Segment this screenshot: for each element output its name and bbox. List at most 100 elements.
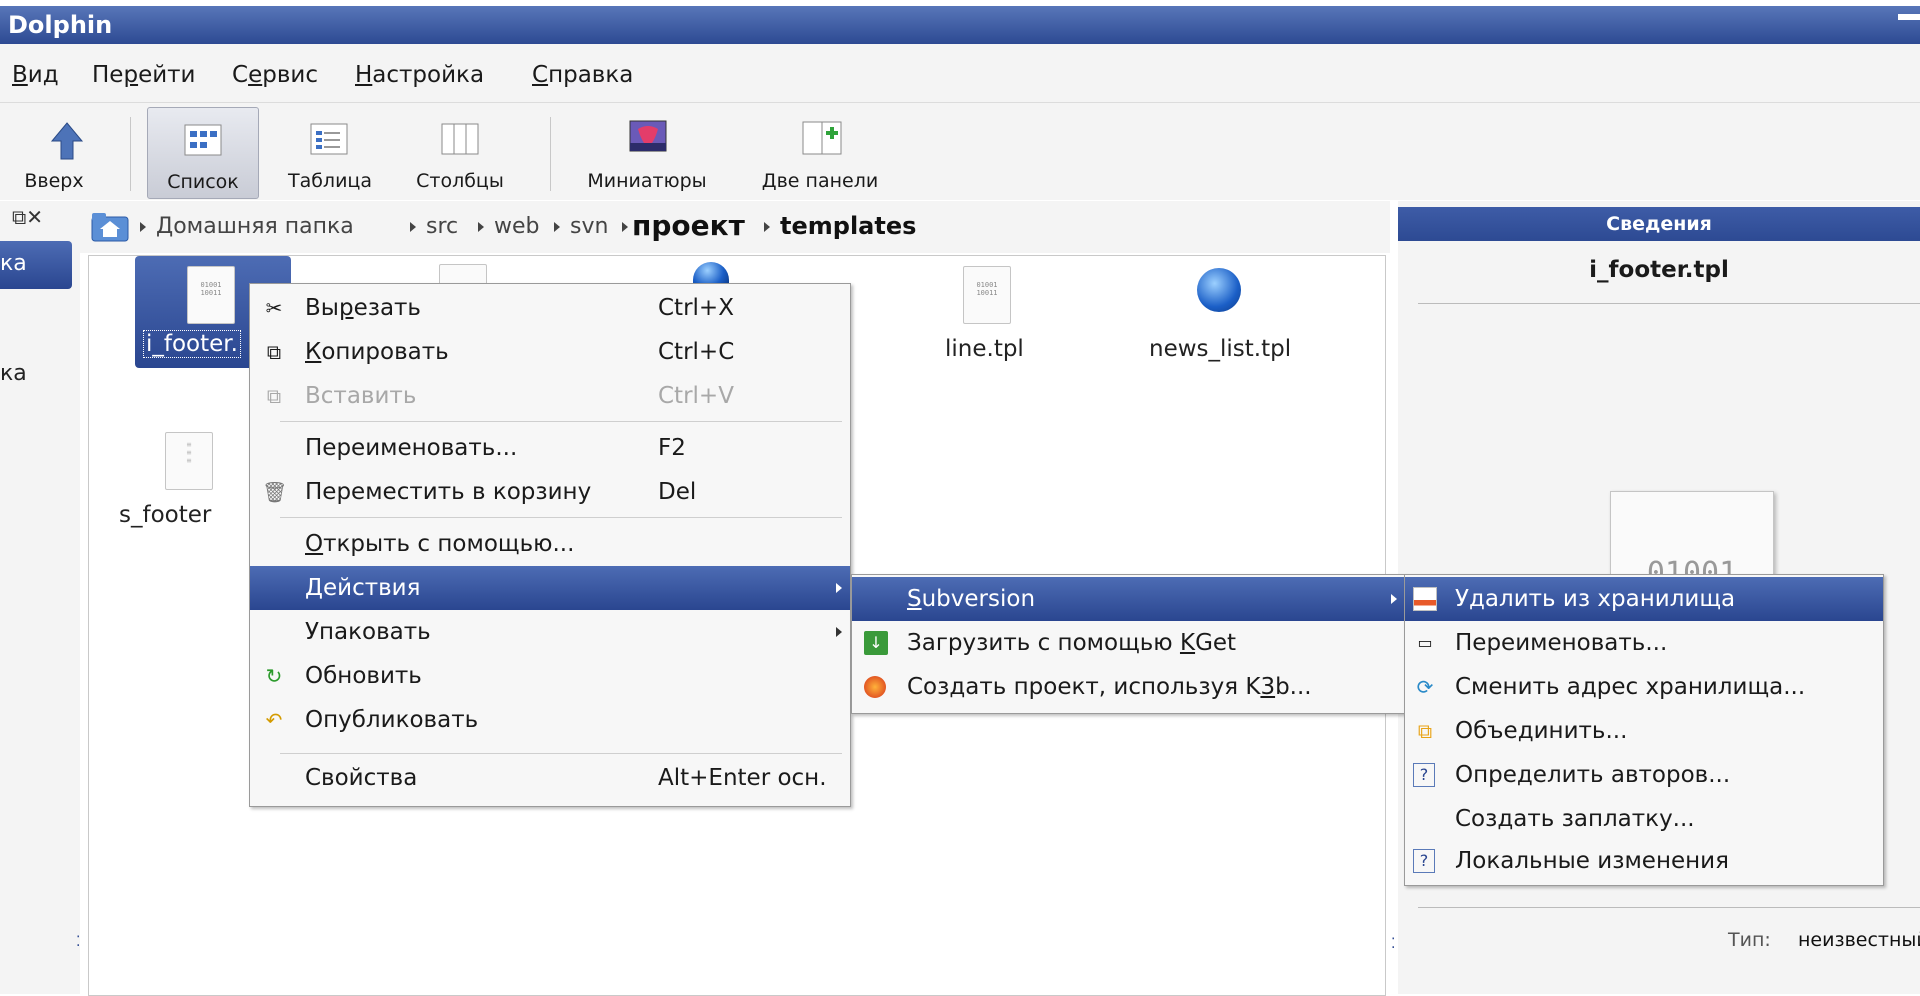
file-item[interactable]: news_list.tpl [1139,260,1309,370]
info-type-value: неизвестный [1798,929,1920,951]
paste-icon: ⧉ [266,384,282,408]
places-item-label: ка [0,251,27,276]
menu-item-properties[interactable]: Свойства Alt+Enter осн. [250,756,850,800]
file-item[interactable]: ≡ ≡ ≡ s_footer [119,432,239,542]
paste-label: Вставить [305,383,417,409]
menu-item-trash[interactable]: 🗑 Переместить в корзину Del [250,470,850,514]
refresh-label: Обновить [305,663,422,689]
scissors-icon: ✂ [265,296,283,320]
context-menu: ✂ Вырезать Ctrl+X ⧉ Копировать Ctrl+C ⧉ … [249,283,851,807]
crumb-home[interactable]: Домашняя папка [156,214,354,239]
publish-label: Опубликовать [305,707,479,733]
crumb-src[interactable]: src [426,214,458,239]
menu-item-k3b[interactable]: Создать проект, используя K3b... [852,665,1405,709]
undock-close-icon[interactable]: ⧉✕ [12,205,43,229]
rename-icon: ▭ [1417,633,1433,652]
window-titlebar[interactable]: Dolphin [0,0,1920,44]
menu-item-svn-blame[interactable]: ? Определить авторов... [1405,753,1883,797]
view-table-button[interactable]: Таблица [278,107,382,197]
menu-item-svn-patch[interactable]: Создать заплатку... [1405,797,1883,841]
svn-delete-label: Удалить из хранилища [1455,586,1736,612]
copy-label: Копировать [305,339,449,365]
crumb-project[interactable]: проект [632,209,745,242]
menu-item-svn-rename[interactable]: ▭ Переименовать... [1405,621,1883,665]
up-button[interactable]: Вверх [0,107,108,197]
view-columns-button[interactable]: Столбцы [408,107,512,197]
places-panel: ⧉✕ ка ка ⁚ [0,201,80,994]
menu-item-svn-diff[interactable]: ? Локальные изменения [1405,839,1883,883]
splitter-handle[interactable]: ⁚ [1391,936,1395,952]
menu-view[interactable]: Вид [12,62,59,88]
table-label: Таблица [287,170,373,192]
delete-icon [1413,587,1437,611]
k3b-icon [864,676,886,698]
menu-item-copy[interactable]: ⧉ Копировать Ctrl+C [250,330,850,374]
window-title: Dolphin [8,11,113,39]
menu-item-open-with[interactable]: Открыть с помощью... [250,522,850,566]
list-label: Список [167,171,239,193]
binary-file-icon: 01001 10011 [187,266,235,324]
paste-shortcut: Ctrl+V [658,383,734,409]
menu-go[interactable]: Перейти [92,62,196,88]
split-label: Две панели [761,170,879,192]
split-view-button[interactable]: Две панели [746,107,894,197]
view-list-button[interactable]: Список [147,107,259,199]
rename-shortcut: F2 [658,435,686,461]
actions-submenu: Subversion ↓ Загрузить с помощью KGet Со… [851,574,1406,714]
menu-item-svn-delete[interactable]: Удалить из хранилища [1405,577,1883,621]
svn-merge-label: Объединить... [1455,718,1628,744]
menu-item-actions[interactable]: Действия [250,566,850,610]
preview-icon [629,120,667,152]
menu-item-pack[interactable]: Упаковать [250,610,850,654]
menu-settings[interactable]: Настройка [355,62,484,88]
minimize-icon[interactable] [1898,14,1920,20]
file-name: s_footer [119,502,212,528]
open-with-label: Открыть с помощью... [305,531,575,557]
up-label: Вверх [24,170,84,192]
places-item[interactable]: ка [0,361,27,386]
info-type-label: Тип: [1728,929,1771,951]
actions-label: Действия [305,575,421,601]
k3b-label: Создать проект, используя K3b... [907,674,1312,700]
file-item[interactable]: 01001 10011 line.tpl [927,260,1047,370]
menu-help[interactable]: Справка [532,62,633,88]
menu-item-cut[interactable]: ✂ Вырезать Ctrl+X [250,286,850,330]
menu-item-paste[interactable]: ⧉ Вставить Ctrl+V [250,374,850,418]
menu-tools[interactable]: Сервис [232,62,318,88]
trash-shortcut: Del [658,479,697,505]
svn-rename-label: Переименовать... [1455,630,1668,656]
preview-button[interactable]: Миниатюры [576,107,718,197]
merge-icon: ⧉ [1417,719,1433,743]
file-name: i_footer. [143,330,241,358]
svn-patch-label: Создать заплатку... [1455,806,1695,832]
splitter-handle[interactable]: ⁚ [76,935,80,963]
crumb-web[interactable]: web [494,214,540,239]
menu-item-publish[interactable]: ↶ Опубликовать [250,698,850,742]
places-item-selected[interactable]: ка [0,241,72,289]
cut-shortcut: Ctrl+X [658,295,734,321]
menu-item-svn-merge[interactable]: ⧉ Объединить... [1405,709,1883,753]
thumbs-label: Миниатюры [587,170,707,192]
menu-item-kget[interactable]: ↓ Загрузить с помощью KGet [852,621,1405,665]
subversion-submenu: Удалить из хранилища ▭ Переименовать... … [1404,574,1884,886]
menu-item-refresh[interactable]: ↻ Обновить [250,654,850,698]
binary-file-icon: 01001 10011 [963,266,1011,324]
cut-label: Вырезать [305,295,421,321]
crumb-svn[interactable]: svn [570,214,608,239]
details-view-icon [310,123,348,155]
split-view-icon [802,121,842,155]
menu-item-svn-relocate[interactable]: ⟳ Сменить адрес хранилища... [1405,665,1883,709]
trash-label: Переместить в корзину [305,479,592,505]
relocate-icon: ⟳ [1416,675,1434,699]
kget-icon: ↓ [864,631,888,655]
trash-icon: 🗑 [262,480,288,504]
publish-icon: ↶ [265,708,283,732]
menu-item-subversion[interactable]: Subversion [852,577,1405,621]
columns-label: Столбцы [416,170,504,192]
menu-item-rename[interactable]: Переименовать... F2 [250,426,850,470]
subversion-label: Subversion [907,586,1036,612]
text-file-icon: ≡ ≡ ≡ [165,432,213,490]
crumb-current[interactable]: templates [780,212,916,240]
breadcrumb: Домашняя папка src web svn проект templa… [80,201,1390,253]
home-folder-icon[interactable] [90,211,130,243]
